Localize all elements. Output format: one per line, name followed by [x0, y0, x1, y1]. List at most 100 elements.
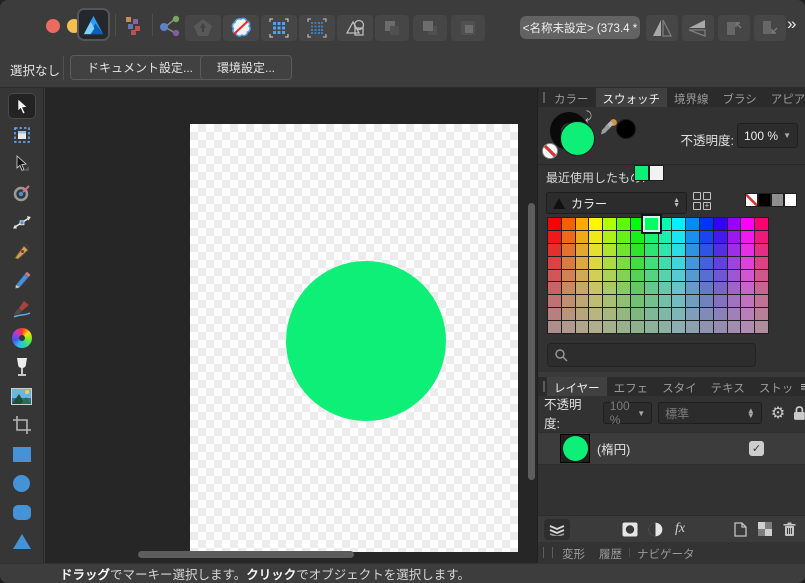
swatch-cell[interactable]	[589, 257, 602, 269]
swatch-cell[interactable]	[672, 282, 685, 294]
swatch-cell[interactable]	[645, 282, 658, 294]
swatch-cell[interactable]	[714, 295, 727, 307]
close-window-button[interactable]	[46, 19, 60, 33]
swatch-cell[interactable]	[700, 218, 713, 230]
swatch-cell[interactable]	[562, 295, 575, 307]
swatch-cell[interactable]	[617, 231, 630, 243]
swatch-cell[interactable]	[631, 308, 644, 320]
swatch-cell[interactable]	[741, 282, 754, 294]
swatch-cell[interactable]	[672, 321, 685, 333]
swatch-cell[interactable]	[548, 282, 561, 294]
swatch-cell[interactable]	[617, 270, 630, 282]
rectangle-tool[interactable]	[8, 441, 36, 467]
swatch-cell[interactable]	[645, 257, 658, 269]
swatch-cell[interactable]	[617, 321, 630, 333]
panel-grip-icon[interactable]	[543, 381, 545, 392]
swatch-cell[interactable]	[603, 295, 616, 307]
swatch-cell[interactable]	[589, 218, 602, 230]
swatch-cell[interactable]	[741, 231, 754, 243]
swatch-cell[interactable]	[700, 308, 713, 320]
swatch-cell[interactable]	[548, 257, 561, 269]
horizontal-scrollbar[interactable]	[138, 551, 354, 558]
swap-fill-stroke-icon[interactable]: ⤸	[585, 109, 592, 124]
swatch-cell[interactable]	[728, 295, 741, 307]
point-transform-tool[interactable]	[8, 180, 36, 206]
tab-stock[interactable]: ストッ	[752, 377, 801, 396]
tab-history[interactable]: 履歴	[592, 543, 629, 562]
tab-navigator[interactable]: ナビゲータ	[630, 543, 702, 562]
swatch-cell[interactable]	[617, 257, 630, 269]
adjustment-layer-icon[interactable]	[648, 522, 663, 537]
swatch-cell[interactable]	[603, 270, 616, 282]
swatch-cell[interactable]	[686, 231, 699, 243]
artboard-tool[interactable]	[8, 122, 36, 148]
swatch-cell[interactable]	[714, 257, 727, 269]
swatch-cell[interactable]	[589, 295, 602, 307]
swatch-cell[interactable]	[714, 308, 727, 320]
swatch-cell[interactable]	[714, 218, 727, 230]
swatch-cell[interactable]	[576, 295, 589, 307]
swatch-cell[interactable]	[603, 231, 616, 243]
swatch-cell[interactable]	[548, 321, 561, 333]
swatch-cell[interactable]	[672, 218, 685, 230]
pixel-persona-button[interactable]	[223, 15, 259, 41]
swatch-cell[interactable]	[617, 308, 630, 320]
swatch-cell[interactable]	[728, 308, 741, 320]
panel-menu-icon[interactable]: ≡▾	[800, 377, 805, 396]
color-format-icon[interactable]	[119, 12, 149, 39]
triangle-shape-tool[interactable]	[8, 528, 36, 554]
swatch-cell[interactable]	[631, 321, 644, 333]
swatch-cell[interactable]	[562, 270, 575, 282]
swatch-cell[interactable]	[576, 321, 589, 333]
color-swatch[interactable]	[758, 193, 771, 207]
color-swatch[interactable]	[634, 165, 649, 181]
transparency-tool[interactable]	[8, 354, 36, 380]
swatch-cell[interactable]	[686, 282, 699, 294]
tab-color[interactable]: カラー	[547, 88, 596, 107]
swatch-cell[interactable]	[755, 282, 768, 294]
swatch-cell[interactable]	[686, 295, 699, 307]
swatch-cell[interactable]	[700, 231, 713, 243]
swatch-cell[interactable]	[700, 321, 713, 333]
swatch-cell[interactable]	[645, 295, 658, 307]
swatch-cell[interactable]	[576, 244, 589, 256]
swatch-cell[interactable]	[659, 244, 672, 256]
color-swatch[interactable]	[771, 193, 784, 207]
swatch-cell[interactable]	[741, 218, 754, 230]
swatch-cell[interactable]	[755, 231, 768, 243]
swatch-cell[interactable]	[686, 218, 699, 230]
layer-row[interactable]: (楕円) ✓	[538, 432, 805, 465]
swatch-cell[interactable]	[672, 295, 685, 307]
swatch-cell[interactable]	[672, 244, 685, 256]
swatch-cell[interactable]	[562, 218, 575, 230]
layer-stack-icon[interactable]	[544, 519, 570, 540]
preferences-button[interactable]: 環境設定...	[200, 55, 292, 80]
tab-effects[interactable]: エフェ	[607, 377, 656, 396]
swatch-cell[interactable]	[603, 257, 616, 269]
swatch-cell[interactable]	[728, 244, 741, 256]
add-swatch-icon[interactable]: +	[693, 192, 711, 210]
swatch-cell[interactable]	[617, 244, 630, 256]
fill-tool[interactable]	[8, 325, 36, 351]
swatch-cell[interactable]	[700, 270, 713, 282]
swatch-cell[interactable]	[728, 270, 741, 282]
flip-vertical-button[interactable]	[682, 15, 714, 41]
swatch-cell[interactable]	[700, 282, 713, 294]
swatch-cell[interactable]	[631, 282, 644, 294]
document-setup-button[interactable]: ドキュメント設定...	[70, 55, 210, 80]
swatch-cell[interactable]	[645, 321, 658, 333]
swatch-cell[interactable]	[741, 308, 754, 320]
move-tool[interactable]	[8, 93, 36, 119]
swatch-cell[interactable]	[714, 282, 727, 294]
swatch-cell[interactable]	[631, 295, 644, 307]
swatch-cell[interactable]	[548, 231, 561, 243]
swatch-cell[interactable]	[672, 270, 685, 282]
vector-brush-tool[interactable]	[8, 296, 36, 322]
color-swatch[interactable]	[649, 165, 664, 181]
swatch-cell[interactable]	[714, 231, 727, 243]
tab-stroke[interactable]: 境界線	[667, 88, 716, 107]
swatch-cell[interactable]	[645, 231, 658, 243]
swatch-cell[interactable]	[631, 218, 644, 230]
swatch-cell[interactable]	[645, 244, 658, 256]
swatch-search-input[interactable]	[574, 348, 744, 363]
